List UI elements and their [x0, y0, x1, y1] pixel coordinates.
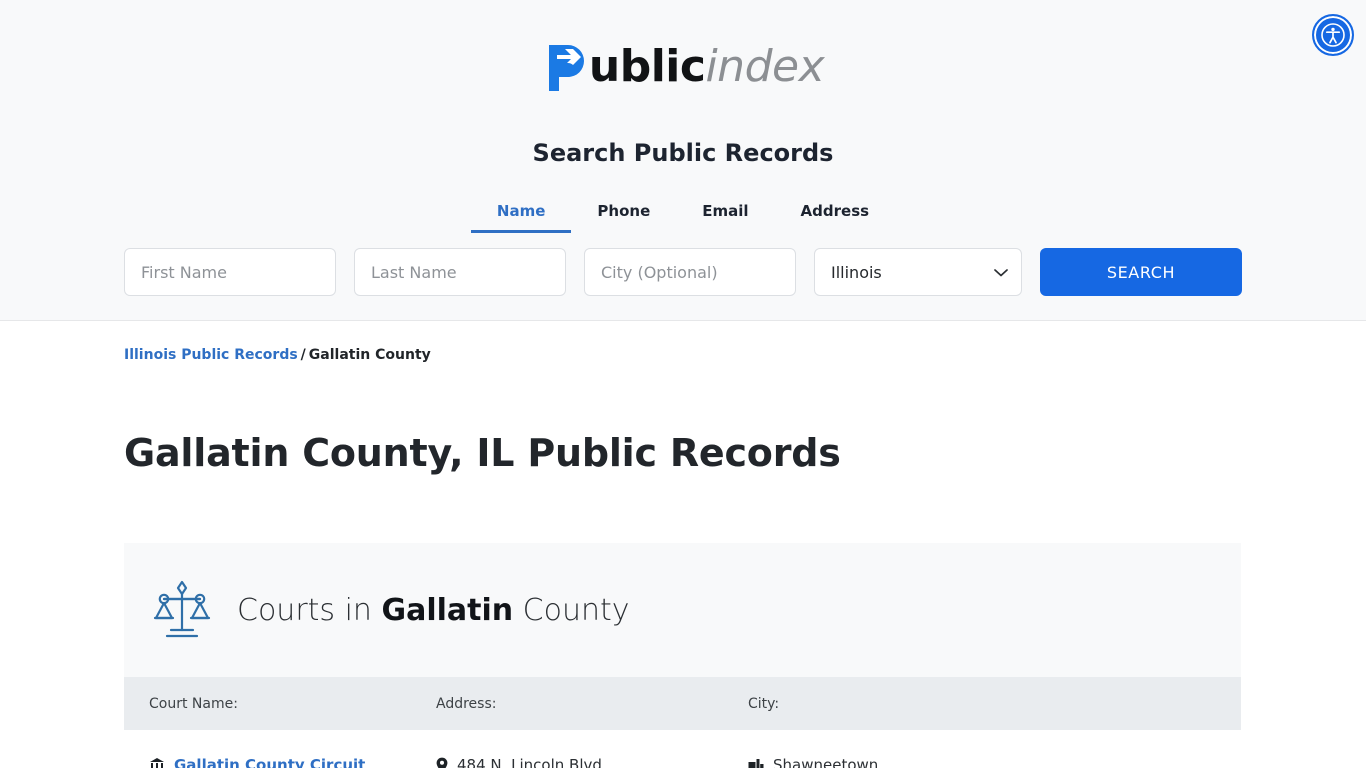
courts-card: Courts in Gallatin County Court Name: Ad… — [124, 543, 1241, 768]
state-select[interactable]: Illinois — [814, 248, 1022, 296]
breadcrumb-parent-link[interactable]: Illinois Public Records — [124, 347, 298, 363]
search-form: Illinois SEARCH — [124, 248, 1242, 296]
breadcrumb: Illinois Public Records / Gallatin County — [124, 347, 431, 363]
last-name-input[interactable] — [354, 248, 566, 296]
breadcrumb-current: Gallatin County — [308, 347, 431, 363]
logo-wordmark: ublicindex — [588, 41, 825, 93]
courts-table-header: Court Name: Address: City: — [124, 677, 1241, 730]
city-text: Shawneetown — [773, 756, 879, 768]
site-logo[interactable]: ublicindex — [0, 38, 1366, 96]
search-heading: Search Public Records — [532, 139, 834, 167]
courts-card-title: Courts in Gallatin County — [237, 593, 630, 628]
tab-email[interactable]: Email — [676, 196, 774, 233]
column-header-address: Address: — [436, 695, 497, 712]
blue-p-arrow-logo-mark — [542, 41, 588, 93]
first-name-input[interactable] — [124, 248, 336, 296]
tab-address[interactable]: Address — [775, 196, 896, 233]
city-input[interactable] — [584, 248, 796, 296]
table-row: Gallatin County Circuit 484 N. Lincoln B… — [124, 730, 1241, 768]
search-type-tabs: Name Phone Email Address — [0, 196, 1366, 233]
map-pin-icon — [436, 757, 448, 768]
courts-title-county: Gallatin — [381, 592, 514, 628]
cell-address: 484 N. Lincoln Blvd — [436, 756, 748, 768]
courthouse-icon — [149, 757, 165, 768]
tab-phone[interactable]: Phone — [571, 196, 676, 233]
column-header-court-name: Court Name: — [149, 695, 238, 712]
courts-title-suffix: County — [513, 592, 630, 628]
search-button[interactable]: SEARCH — [1040, 248, 1242, 296]
cell-court-name: Gallatin County Circuit — [124, 756, 436, 768]
page-title: Gallatin County, IL Public Records — [124, 431, 841, 475]
breadcrumb-separator: / — [300, 347, 306, 363]
courts-title-prefix: Courts in — [237, 592, 382, 628]
tab-name[interactable]: Name — [470, 196, 572, 233]
courts-card-header: Courts in Gallatin County — [124, 543, 1241, 677]
court-name-link[interactable]: Gallatin County Circuit — [174, 756, 365, 768]
cell-city: Shawneetown — [748, 756, 1048, 768]
logo-text-bold: ublic — [588, 41, 706, 92]
scales-of-justice-icon — [151, 577, 213, 643]
state-select-value[interactable]: Illinois — [814, 248, 1022, 296]
address-text: 484 N. Lincoln Blvd — [457, 756, 602, 768]
column-header-city: City: — [748, 695, 780, 712]
city-buildings-icon — [748, 758, 764, 768]
site-header: ublicindex Search Public Records Name Ph… — [0, 0, 1366, 321]
logo-text-italic: index — [705, 41, 825, 92]
